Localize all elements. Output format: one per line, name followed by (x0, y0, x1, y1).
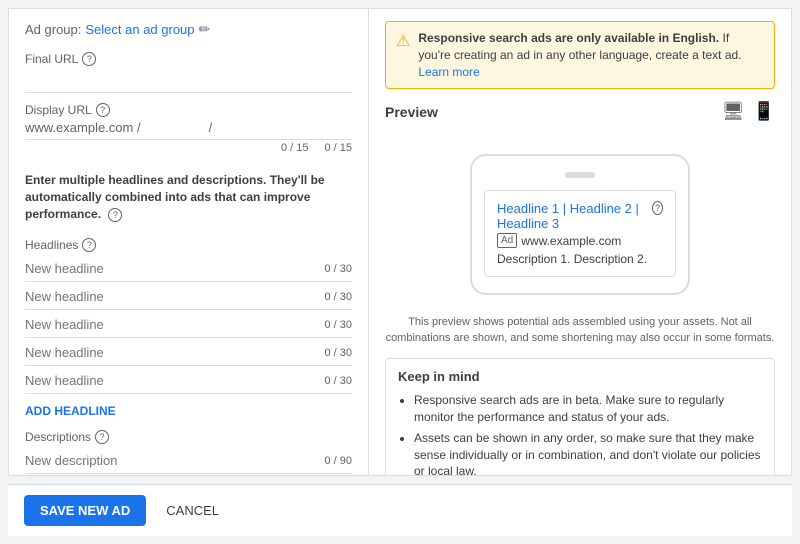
keep-in-mind-title: Keep in mind (398, 369, 762, 384)
description-1-block: 0 / 90 (25, 448, 352, 474)
cancel-button[interactable]: CANCEL (158, 495, 227, 526)
final-url-label: Final URL (25, 52, 78, 66)
headline-4-input[interactable] (25, 340, 320, 365)
ad-url-row: Ad www.example.com (497, 233, 663, 248)
preview-note: This preview shows potential ads assembl… (385, 315, 775, 346)
headline-2-row: 0 / 30 (25, 284, 352, 310)
headline-1-count: 0 / 30 (320, 263, 352, 275)
description-2-block: 0 / 90 (25, 474, 352, 475)
headlines-info-icon[interactable]: ? (82, 238, 96, 252)
ad-info-icon[interactable]: ? (652, 201, 663, 215)
right-panel: ⚠ Responsive search ads are only availab… (369, 9, 791, 475)
ad-headline-row: Headline 1 | Headline 2 | Headline 3 ? (497, 201, 663, 231)
save-new-ad-button[interactable]: SAVE NEW AD (24, 495, 146, 526)
warning-main-text: Responsive search ads are only available… (418, 31, 719, 45)
display-url-base: www.example.com / (25, 120, 141, 135)
headline-4-count: 0 / 30 (320, 347, 352, 359)
headline-4-row: 0 / 30 (25, 340, 352, 366)
phone-notch (565, 172, 595, 178)
desktop-icon[interactable]: 🖥 (722, 101, 745, 122)
bottom-bar: SAVE NEW AD CANCEL (8, 484, 792, 536)
device-icons: 🖥 📱 (722, 101, 775, 122)
display-url-slash: / (209, 120, 213, 135)
ad-group-label: Ad group: (25, 22, 81, 37)
descriptions-info-icon[interactable]: ? (95, 430, 109, 444)
description-2-input[interactable] (25, 474, 320, 475)
preview-title: Preview (385, 104, 438, 120)
descriptions-header: Descriptions ? (25, 430, 352, 444)
keep-in-mind-item-1: Responsive search ads are in beta. Make … (414, 392, 762, 426)
ad-headline-text: Headline 1 | Headline 2 | Headline 3 (497, 201, 652, 231)
add-headline-link[interactable]: ADD HEADLINE (25, 404, 352, 418)
headline-1-block: 0 / 30 (25, 256, 352, 282)
ad-group-row: Ad group: Select an ad group ✏ (25, 21, 352, 38)
ad-group-select[interactable]: Select an ad group (85, 22, 194, 37)
ad-badge: Ad (497, 233, 517, 248)
display-url-row: www.example.com / / (25, 120, 352, 140)
mobile-icon[interactable]: 📱 (753, 101, 775, 122)
final-url-info-icon[interactable]: ? (82, 52, 96, 66)
keep-in-mind-section: Keep in mind Responsive search ads are i… (385, 358, 775, 475)
display-url-info-icon[interactable]: ? (96, 103, 110, 117)
ad-description: Description 1. Description 2. (497, 252, 663, 266)
warning-learn-more[interactable]: Learn more (418, 65, 479, 79)
display-url-counts: 0 / 15 0 / 15 (25, 142, 352, 154)
description-1-row: 0 / 90 (25, 448, 352, 474)
warning-icon: ⚠ (396, 31, 410, 53)
final-url-label-row: Final URL ? (25, 52, 352, 66)
descriptions-label: Descriptions (25, 430, 91, 444)
headline-1-input[interactable] (25, 256, 320, 281)
headline-3-count: 0 / 30 (320, 319, 352, 331)
hint-info-icon[interactable]: ? (108, 208, 122, 222)
headline-2-input[interactable] (25, 284, 320, 309)
headline-5-count: 0 / 30 (320, 375, 352, 387)
headline-1-row: 0 / 30 (25, 256, 352, 282)
description-2-row: 0 / 90 (25, 474, 352, 475)
left-panel: Ad group: Select an ad group ✏ Final URL… (9, 9, 369, 475)
display-url-label-row: Display URL ? (25, 103, 352, 117)
display-url-path1[interactable] (145, 120, 205, 135)
preview-header: Preview 🖥 📱 (385, 101, 775, 122)
warning-text-container: Responsive search ads are only available… (418, 30, 764, 80)
warning-bar: ⚠ Responsive search ads are only availab… (385, 21, 775, 89)
display-url-path2[interactable] (216, 120, 276, 135)
hint-text: Enter multiple headlines and description… (25, 172, 352, 222)
final-url-input-row (25, 69, 352, 93)
display-url-count2: 0 / 15 (324, 142, 352, 154)
headline-2-block: 0 / 30 (25, 284, 352, 310)
description-1-input[interactable] (25, 448, 320, 473)
final-url-section: Final URL ? (25, 52, 352, 93)
headline-5-input[interactable] (25, 368, 320, 393)
keep-in-mind-list: Responsive search ads are in beta. Make … (398, 392, 762, 475)
display-url-count1: 0 / 15 (281, 142, 309, 154)
headline-4-block: 0 / 30 (25, 340, 352, 366)
edit-icon[interactable]: ✏ (199, 21, 211, 38)
ad-preview-container: Headline 1 | Headline 2 | Headline 3 ? A… (385, 134, 775, 315)
display-url-section: Display URL ? www.example.com / / 0 / 15… (25, 103, 352, 154)
headline-2-count: 0 / 30 (320, 291, 352, 303)
hint-text-main: Enter multiple headlines and description… (25, 173, 325, 221)
headline-3-input[interactable] (25, 312, 320, 337)
final-url-input[interactable] (25, 69, 352, 92)
headline-3-row: 0 / 30 (25, 312, 352, 338)
headline-5-row: 0 / 30 (25, 368, 352, 394)
keep-in-mind-item-2: Assets can be shown in any order, so mak… (414, 430, 762, 475)
ad-url-text: www.example.com (521, 234, 621, 248)
phone-mockup: Headline 1 | Headline 2 | Headline 3 ? A… (470, 154, 690, 295)
description-1-count: 0 / 90 (320, 455, 352, 467)
headline-5-block: 0 / 30 (25, 368, 352, 394)
headline-3-block: 0 / 30 (25, 312, 352, 338)
display-url-label: Display URL (25, 103, 92, 117)
headlines-label: Headlines (25, 238, 78, 252)
headlines-header: Headlines ? (25, 238, 352, 252)
ad-card: Headline 1 | Headline 2 | Headline 3 ? A… (484, 190, 676, 277)
